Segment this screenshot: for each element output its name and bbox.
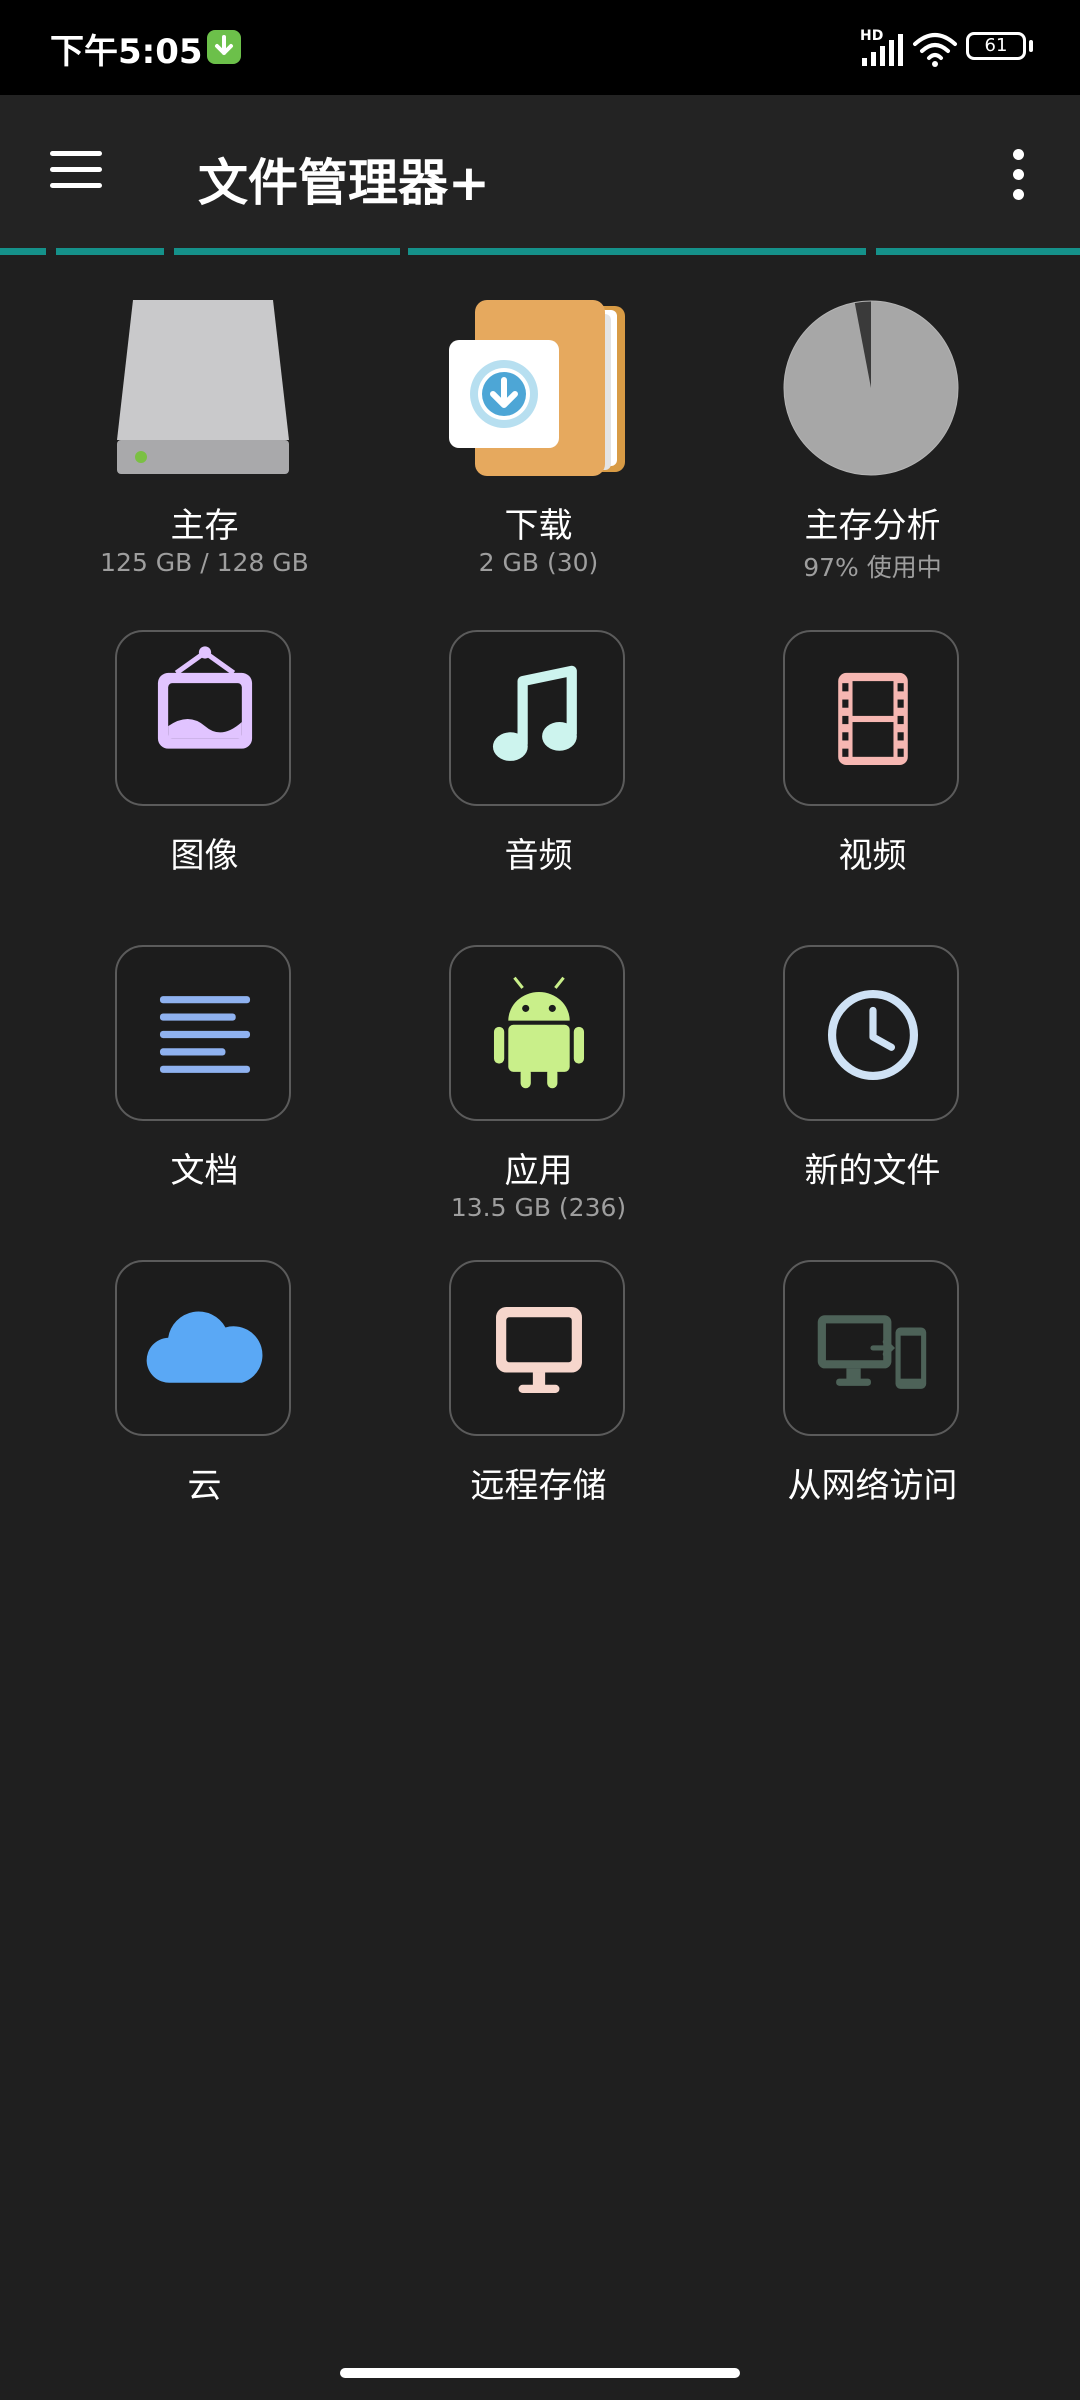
shortcut-sub: 2 GB (30) (478, 548, 599, 577)
more-options-icon[interactable] (1010, 149, 1028, 200)
shortcut-label: 应用 (504, 1151, 573, 1191)
battery-level: 61 (984, 35, 1008, 56)
music-note-icon (449, 630, 625, 806)
status-bar: 下午5:05 HD 61 (0, 0, 1080, 95)
shortcut-label: 远程存储 (470, 1466, 607, 1506)
home-indicator[interactable] (340, 2368, 740, 2378)
monitor-icon (449, 1260, 625, 1436)
clock-icon (783, 945, 959, 1121)
shortcut-label: 下载 (504, 506, 573, 546)
shortcut-downloads[interactable]: 下载 2 GB (30) (372, 300, 705, 600)
shortcut-network-access[interactable]: 从网络访问 (706, 1260, 1039, 1560)
shortcut-label: 从网络访问 (787, 1466, 958, 1506)
shortcut-remote-storage[interactable]: 远程存储 (372, 1260, 705, 1560)
shortcut-cloud[interactable]: 云 (38, 1260, 371, 1560)
shortcut-label: 新的文件 (804, 1151, 941, 1191)
image-icon (115, 630, 291, 806)
shortcut-main-storage[interactable]: 主存 125 GB / 128 GB (38, 300, 371, 600)
shortcut-documents[interactable]: 文档 (38, 945, 371, 1245)
hard-drive-icon (115, 300, 291, 476)
shortcut-storage-analysis[interactable]: 主存分析 97% 使用中 (706, 300, 1039, 600)
download-folder-icon (449, 300, 625, 476)
battery-icon: 61 (966, 32, 1033, 60)
film-icon (783, 630, 959, 806)
storage-segment (0, 248, 46, 255)
storage-segment (174, 248, 400, 255)
shortcut-images[interactable]: 图像 (38, 630, 371, 930)
menu-icon[interactable] (50, 151, 102, 191)
shortcut-label: 主存 (170, 506, 239, 546)
shortcut-label: 视频 (838, 836, 907, 876)
shortcut-sub: 97% 使用中 (803, 553, 942, 582)
storage-segment (876, 248, 1080, 255)
shortcut-label: 图像 (170, 836, 239, 876)
shortcut-label: 主存分析 (804, 506, 941, 546)
shortcut-sub: 125 GB / 128 GB (100, 548, 309, 577)
shortcut-apps[interactable]: 应用 13.5 GB (236) (372, 945, 705, 1245)
document-lines-icon (115, 945, 291, 1121)
signal-icon (862, 34, 903, 66)
wifi-icon (913, 33, 957, 67)
devices-transfer-icon (783, 1260, 959, 1436)
shortcut-label: 音频 (504, 836, 573, 876)
android-icon (449, 945, 625, 1121)
cloud-icon (115, 1260, 291, 1436)
shortcut-video[interactable]: 视频 (706, 630, 1039, 930)
storage-segment-bar (0, 248, 1080, 256)
status-time: 下午5:05 (50, 32, 203, 72)
shortcut-recent-files[interactable]: 新的文件 (706, 945, 1039, 1245)
download-notification-icon (207, 30, 241, 64)
pie-chart-icon (783, 300, 959, 476)
app-bar: 文件管理器+ (0, 95, 1080, 250)
shortcut-audio[interactable]: 音频 (372, 630, 705, 930)
storage-segment (56, 248, 164, 255)
storage-segment (408, 248, 866, 255)
app-title: 文件管理器+ (198, 154, 490, 212)
shortcut-sub: 13.5 GB (236) (450, 1193, 627, 1222)
shortcut-label: 云 (187, 1466, 222, 1506)
shortcut-label: 文档 (170, 1151, 239, 1191)
